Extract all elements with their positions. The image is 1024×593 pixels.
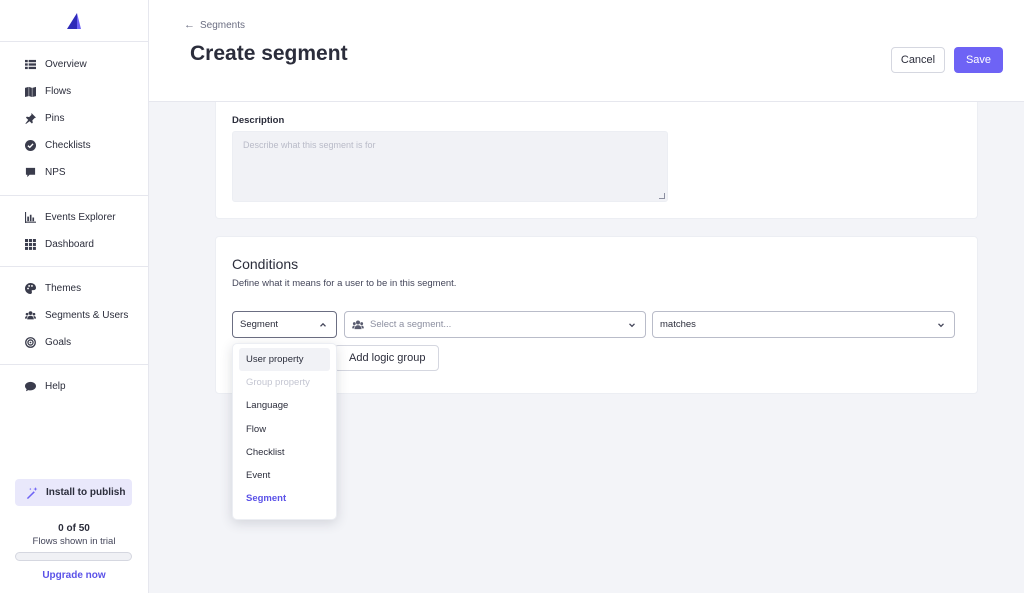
description-textarea[interactable]: Describe what this segment is for: [232, 131, 668, 202]
sidebar-item-pins[interactable]: Pins: [0, 105, 148, 132]
chevron-down-icon: [629, 323, 635, 328]
sidebar-item-label: Themes: [45, 283, 82, 294]
sidebar-item-label: Events Explorer: [45, 212, 116, 223]
sidebar-item-dashboard[interactable]: Dashboard: [0, 231, 148, 258]
map-icon: [25, 86, 36, 97]
page-header: ← Segments Create segment Cancel Save: [149, 0, 1024, 102]
grid-icon: [25, 239, 36, 250]
pin-icon: [25, 113, 36, 124]
breadcrumb-label: Segments: [200, 19, 246, 31]
sidebar: Overview Flows Pins Checklists NPS Event…: [0, 0, 149, 593]
chevron-up-icon: [320, 322, 326, 327]
sidebar-item-label: Overview: [45, 59, 87, 70]
nav-group-help: Help: [0, 365, 148, 408]
segment-select[interactable]: Select a segment...: [344, 311, 646, 338]
cancel-button[interactable]: Cancel: [891, 47, 945, 73]
chat-icon: [25, 381, 36, 392]
description-label: Description: [232, 115, 285, 126]
dropdown-item-checklist[interactable]: Checklist: [239, 441, 330, 464]
users-icon: [25, 310, 36, 321]
nav-group-analytics: Events Explorer Dashboard: [0, 196, 148, 267]
sidebar-item-label: Flows: [45, 86, 72, 97]
logo-icon: [67, 13, 81, 29]
sidebar-item-help[interactable]: Help: [0, 373, 148, 400]
target-icon: [25, 337, 36, 348]
trial-count: 0 of 50: [58, 523, 90, 534]
sidebar-item-label: Segments & Users: [45, 310, 129, 321]
sidebar-item-themes[interactable]: Themes: [0, 275, 148, 302]
sidebar-item-label: Help: [45, 381, 66, 392]
install-label: Install to publish: [46, 487, 126, 498]
dropdown-item-language[interactable]: Language: [239, 394, 330, 417]
trial-text: Flows shown in trial: [32, 536, 116, 547]
add-logic-group-label: Add logic group: [349, 352, 426, 364]
check-circle-icon: [25, 140, 36, 151]
dropdown-item-flow[interactable]: Flow: [239, 418, 330, 441]
sidebar-item-segments-users[interactable]: Segments & Users: [0, 302, 148, 329]
sidebar-item-label: Pins: [45, 113, 65, 124]
dropdown-item-segment[interactable]: Segment: [239, 487, 330, 510]
arrow-left-icon: ←: [184, 19, 195, 31]
list-icon: [25, 59, 36, 70]
save-button[interactable]: Save: [954, 47, 1003, 73]
logo[interactable]: [0, 0, 148, 42]
add-logic-group-button[interactable]: Add logic group: [334, 345, 439, 371]
sidebar-item-flows[interactable]: Flows: [0, 78, 148, 105]
chevron-down-icon: [938, 323, 944, 328]
palette-icon: [25, 283, 36, 294]
sidebar-item-label: Checklists: [45, 140, 91, 151]
condition-type-dropdown: User property Group property Language Fl…: [232, 343, 337, 520]
segment-placeholder: Select a segment...: [370, 319, 452, 330]
sidebar-item-label: Dashboard: [45, 239, 94, 250]
sidebar-item-overview[interactable]: Overview: [0, 51, 148, 78]
sidebar-item-label: Goals: [45, 337, 72, 348]
condition-type-select[interactable]: Segment: [232, 311, 337, 338]
condition-type-value: Segment: [240, 319, 279, 330]
nav-group-main: Overview Flows Pins Checklists NPS: [0, 42, 148, 196]
sidebar-item-label: NPS: [45, 167, 66, 178]
match-value: matches: [660, 319, 696, 330]
sidebar-item-events-explorer[interactable]: Events Explorer: [0, 204, 148, 231]
sidebar-item-goals[interactable]: Goals: [0, 329, 148, 356]
conditions-title: Conditions: [232, 256, 299, 272]
page-title: Create segment: [190, 42, 348, 65]
install-to-publish-button[interactable]: Install to publish: [15, 479, 132, 506]
resize-handle-icon[interactable]: [659, 193, 665, 199]
upgrade-now-link[interactable]: Upgrade now: [0, 570, 148, 581]
breadcrumb[interactable]: ← Segments: [184, 19, 245, 31]
conditions-subtitle: Define what it means for a user to be in…: [232, 278, 457, 289]
comment-icon: [25, 167, 36, 178]
magic-wand-icon: [26, 486, 38, 499]
chart-icon: [25, 212, 36, 223]
users-icon: [352, 320, 364, 329]
nav-group-config: Themes Segments & Users Goals: [0, 267, 148, 365]
trial-progress-bar: [15, 552, 132, 561]
dropdown-item-user-property[interactable]: User property: [239, 348, 330, 372]
description-card: Description Describe what this segment i…: [215, 102, 978, 219]
match-operator-select[interactable]: matches: [652, 311, 955, 338]
description-placeholder: Describe what this segment is for: [243, 140, 376, 150]
dropdown-item-group-property: Group property: [246, 377, 310, 389]
sidebar-item-checklists[interactable]: Checklists: [0, 132, 148, 159]
dropdown-item-event[interactable]: Event: [239, 464, 330, 487]
sidebar-item-nps[interactable]: NPS: [0, 159, 148, 186]
